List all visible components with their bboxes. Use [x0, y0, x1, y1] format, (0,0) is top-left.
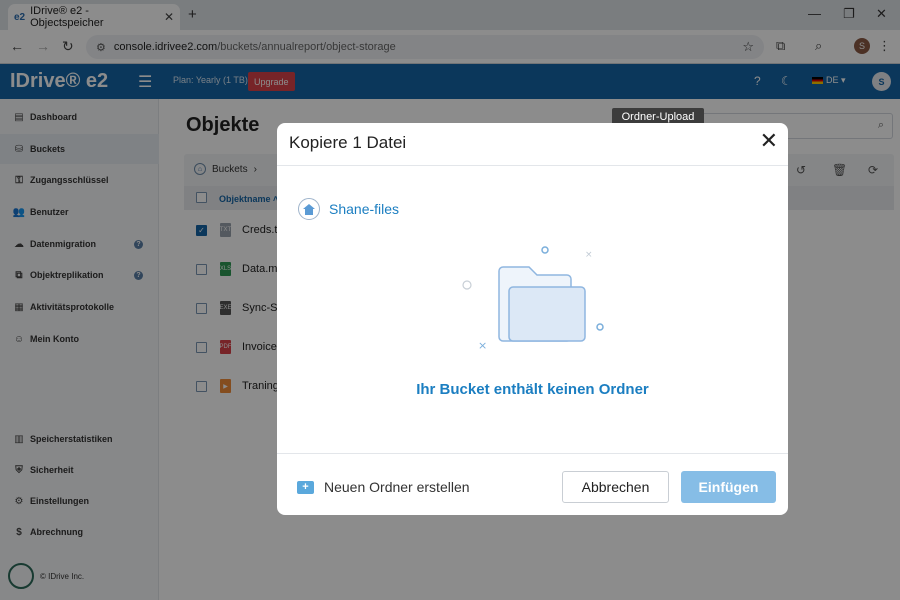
empty-state-message: Ihr Bucket enthält keinen Ordner — [416, 381, 649, 398]
svg-text:×: × — [585, 250, 593, 260]
new-folder-label: Neuen Ordner erstellen — [324, 479, 470, 495]
svg-text:×: × — [478, 339, 487, 352]
new-folder-button[interactable]: + Neuen Ordner erstellen — [297, 479, 470, 495]
dialog-breadcrumb[interactable]: Shane-files — [298, 198, 399, 220]
copy-dialog: Kopiere 1 Datei ✕ Shane-files × × Ihr Bu… — [277, 123, 788, 515]
close-icon[interactable]: ✕ — [760, 130, 778, 152]
dialog-footer: + Neuen Ordner erstellen Abbrechen Einfü… — [277, 453, 788, 515]
paste-button[interactable]: Einfügen — [681, 471, 776, 503]
add-folder-icon: + — [297, 480, 314, 494]
empty-folder-illustration-icon: × × — [462, 246, 604, 352]
breadcrumb-bucket-name[interactable]: Shane-files — [329, 201, 399, 217]
home-icon[interactable] — [298, 198, 320, 220]
dialog-title: Kopiere 1 Datei — [289, 133, 407, 152]
dialog-header: Kopiere 1 Datei ✕ — [277, 123, 788, 166]
cancel-button[interactable]: Abbrechen — [562, 471, 669, 503]
